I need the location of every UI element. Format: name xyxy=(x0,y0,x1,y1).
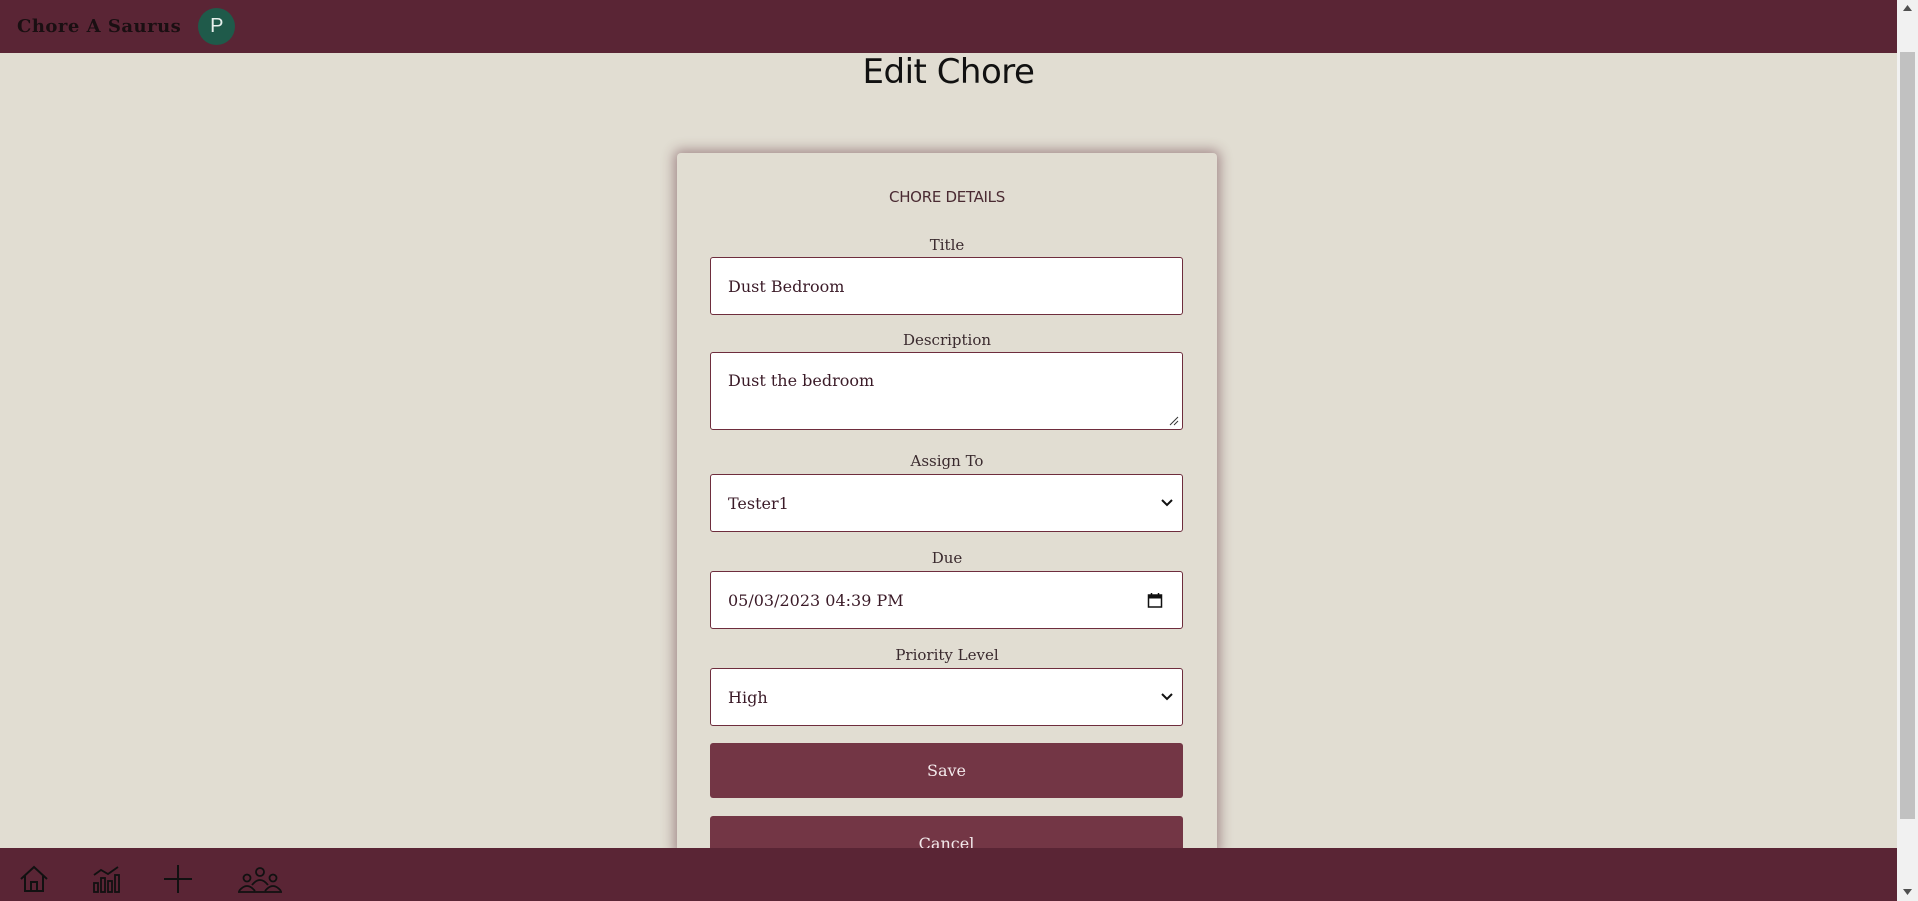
description-value: Dust the bedroom xyxy=(728,371,875,390)
chore-form-card: CHORE DETAILS Title Dust Bedroom Descrip… xyxy=(677,153,1217,871)
assign-to-select[interactable]: Tester1 xyxy=(710,474,1183,532)
resize-handle-icon[interactable] xyxy=(1169,416,1179,426)
add-icon[interactable] xyxy=(162,863,194,895)
due-value: 05/03/2023 04:39 PM xyxy=(728,590,904,610)
description-textarea[interactable]: Dust the bedroom xyxy=(710,352,1183,430)
bottom-nav-bar xyxy=(0,848,1897,901)
form-heading: CHORE DETAILS xyxy=(889,188,1005,206)
top-bar: Chore A Saurus P xyxy=(0,0,1897,53)
page-title: Edit Chore xyxy=(862,52,1035,92)
scroll-up-icon[interactable] xyxy=(1902,4,1913,12)
assign-to-value: Tester1 xyxy=(728,493,789,513)
calendar-icon[interactable] xyxy=(1147,592,1163,608)
priority-value: High xyxy=(728,687,768,707)
due-label: Due xyxy=(931,549,963,567)
stats-icon[interactable] xyxy=(90,863,122,895)
scrollbar-thumb[interactable] xyxy=(1900,52,1915,819)
due-datetime-input[interactable]: 05/03/2023 04:39 PM xyxy=(710,571,1183,629)
chevron-down-icon xyxy=(1161,499,1173,507)
scrollbar[interactable] xyxy=(1897,0,1918,901)
scroll-down-icon[interactable] xyxy=(1902,888,1913,896)
title-label: Title xyxy=(929,236,965,254)
chevron-down-icon xyxy=(1161,693,1173,701)
save-button[interactable]: Save xyxy=(710,743,1183,798)
description-label: Description xyxy=(902,331,992,349)
assign-to-label: Assign To xyxy=(910,452,984,470)
priority-select[interactable]: High xyxy=(710,668,1183,726)
title-value: Dust Bedroom xyxy=(728,276,845,296)
group-icon[interactable] xyxy=(236,863,284,895)
priority-label: Priority Level xyxy=(895,646,999,664)
home-icon[interactable] xyxy=(18,863,50,895)
brand-logo[interactable]: Chore A Saurus xyxy=(17,16,181,37)
avatar[interactable]: P xyxy=(198,8,236,45)
title-input[interactable]: Dust Bedroom xyxy=(710,257,1183,315)
